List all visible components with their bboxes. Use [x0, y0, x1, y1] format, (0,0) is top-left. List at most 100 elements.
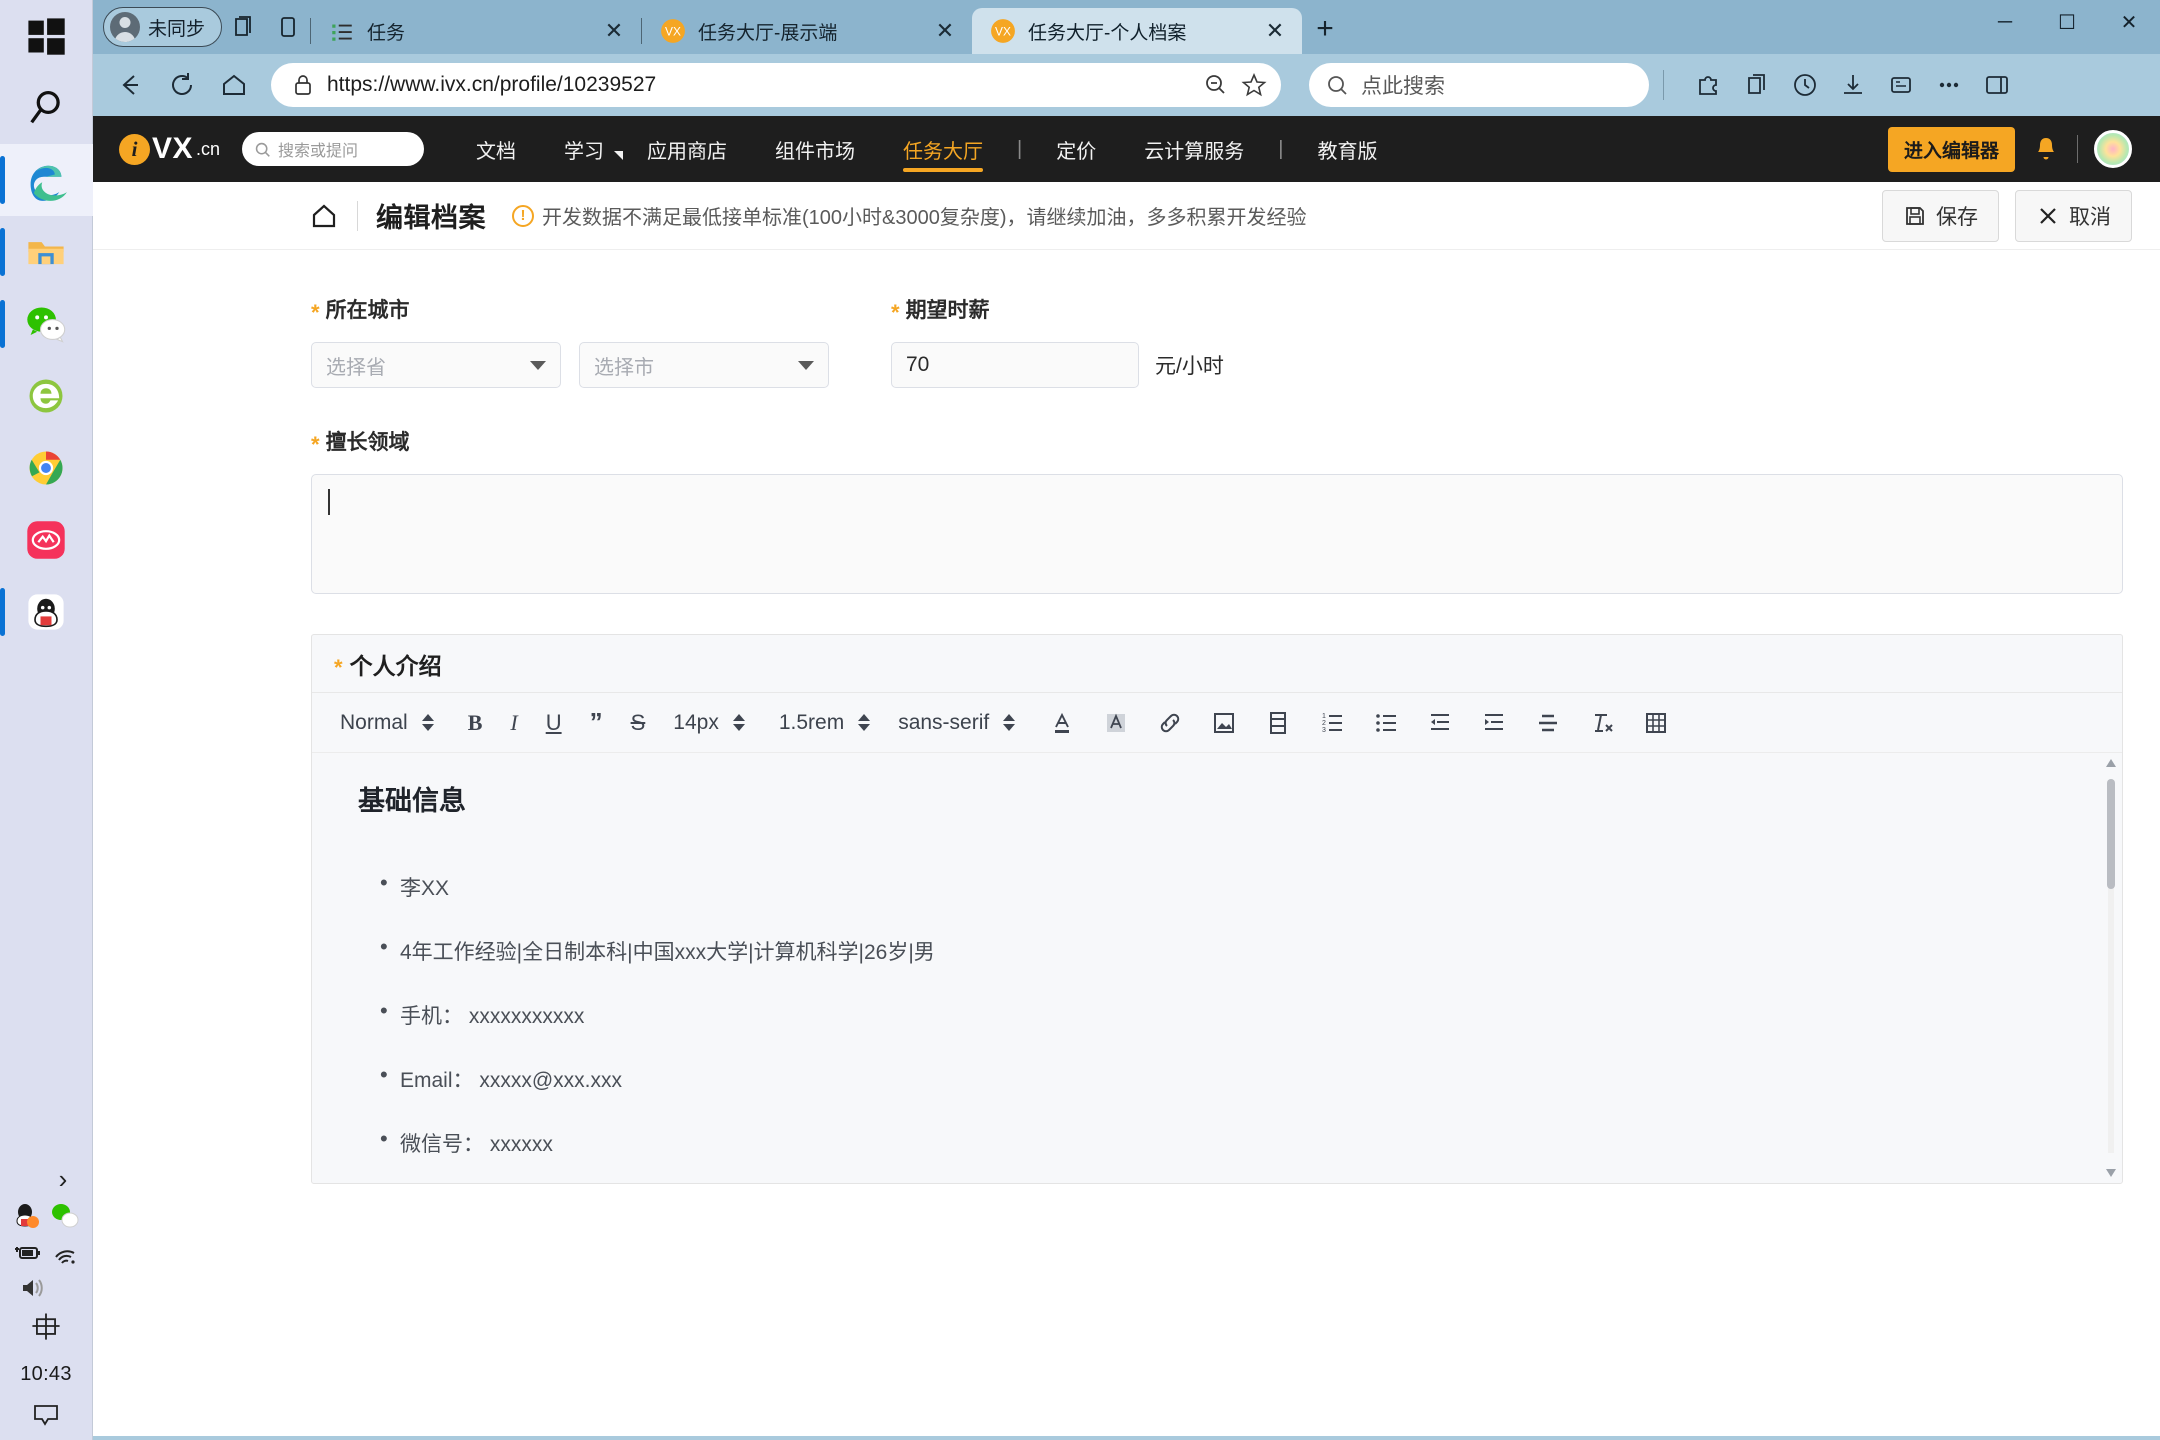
cancel-button[interactable]: 取消	[2015, 189, 2132, 242]
city-select[interactable]: 选择市	[579, 342, 829, 388]
enter-editor-button[interactable]: 进入编辑器	[1887, 126, 2015, 172]
block-format-select[interactable]: Normal	[326, 701, 414, 745]
nav-link-pricing[interactable]: 定价	[1032, 116, 1120, 182]
vertical-tabs-button[interactable]	[266, 5, 310, 49]
file-explorer-button[interactable]	[0, 216, 93, 288]
battery-charging-icon[interactable]	[12, 1237, 42, 1267]
skills-textarea[interactable]	[311, 474, 2123, 594]
nav-link-education[interactable]: 教育版	[1293, 116, 1401, 182]
screenshot-button[interactable]	[1878, 62, 1924, 108]
qq-button[interactable]	[0, 576, 93, 648]
downloads-button[interactable]	[1830, 62, 1876, 108]
nav-link-component-market[interactable]: 组件市场	[751, 116, 879, 182]
wechat-button[interactable]	[0, 288, 93, 360]
nav-link-docs[interactable]: 文档	[452, 116, 540, 182]
notification-chat-icon[interactable]	[29, 1400, 63, 1430]
line-height-select[interactable]: 1.5rem	[765, 701, 850, 745]
tray-expand-row[interactable]: ›	[0, 1164, 93, 1195]
nav-link-appstore[interactable]: 应用商店	[623, 116, 751, 182]
chrome-button[interactable]	[0, 432, 93, 504]
background-color-button[interactable]	[1089, 701, 1143, 745]
clear-format-button[interactable]	[1575, 701, 1629, 745]
editor-content[interactable]: 基础信息 李XX 4年工作经验|全日制本科|中国xxx大学|计算机科学|26岁|…	[312, 753, 2122, 1183]
collections-toolbar-button[interactable]	[1734, 62, 1780, 108]
editor-header: * 个人介绍	[312, 635, 2122, 693]
wechat-tray-icon[interactable]	[50, 1201, 80, 1231]
save-button[interactable]: 保存	[1882, 189, 1999, 242]
ordered-list-button[interactable]: 1 2 3	[1305, 701, 1359, 745]
font-family-stepper[interactable]	[995, 714, 1035, 731]
tab-0[interactable]: 任务 ✕	[311, 8, 641, 54]
lock-icon	[295, 75, 311, 95]
back-button[interactable]	[107, 62, 153, 108]
scroll-down-arrow-icon[interactable]	[2106, 1169, 2116, 1177]
app-button[interactable]	[0, 504, 93, 576]
address-bar[interactable]: https://www.ivx.cn/profile/10239527	[271, 63, 1281, 107]
font-color-button[interactable]	[1035, 701, 1089, 745]
table-button[interactable]	[1629, 701, 1683, 745]
reload-button[interactable]	[159, 62, 205, 108]
strikethrough-button[interactable]: S	[617, 701, 660, 745]
zoom-out-icon[interactable]	[1203, 72, 1229, 98]
tab-close-button[interactable]: ✕	[601, 18, 627, 44]
more-settings-button[interactable]	[1926, 62, 1972, 108]
nav-link-learn[interactable]: 学习	[540, 116, 628, 182]
chevron-right-icon[interactable]: ›	[59, 1164, 68, 1195]
font-size-select[interactable]: 14px	[659, 701, 725, 745]
outdent-button[interactable]	[1413, 701, 1467, 745]
font-family-select[interactable]: sans-serif	[884, 701, 995, 745]
bullet-list-button[interactable]	[1359, 701, 1413, 745]
indent-button[interactable]	[1467, 701, 1521, 745]
editor-scrollbar[interactable]	[2106, 759, 2116, 1177]
nav-link-cloud[interactable]: 云计算服务	[1120, 116, 1268, 182]
blockquote-button[interactable]: ”	[576, 701, 617, 745]
site-search-input[interactable]: 搜索或提问	[242, 132, 425, 166]
profile-pill[interactable]: 未同步	[103, 7, 223, 47]
qq-tray-icon[interactable]	[12, 1201, 42, 1231]
home-icon[interactable]	[309, 201, 339, 231]
ie-button[interactable]	[0, 360, 93, 432]
history-button[interactable]	[1782, 62, 1828, 108]
collections-button[interactable]	[222, 5, 266, 49]
bell-icon[interactable]	[2031, 134, 2061, 164]
underline-button[interactable]: U	[532, 701, 576, 745]
bing-search-box[interactable]: 点此搜索	[1309, 63, 1649, 107]
minimize-button[interactable]: ─	[1974, 0, 2036, 44]
video-button[interactable]	[1251, 701, 1305, 745]
tab-2[interactable]: VX 任务大厅-个人档案 ✕	[972, 8, 1303, 54]
wage-input[interactable]: 70	[891, 342, 1139, 388]
image-button[interactable]	[1197, 701, 1251, 745]
align-button[interactable]	[1521, 701, 1575, 745]
font-size-stepper[interactable]	[725, 714, 765, 731]
wifi-icon[interactable]	[50, 1237, 80, 1267]
line-height-stepper[interactable]	[850, 714, 884, 731]
page-bottom-scrollbar[interactable]	[93, 1436, 2160, 1440]
scrollbar-thumb[interactable]	[2107, 779, 2115, 889]
block-format-stepper[interactable]	[414, 714, 454, 731]
tab-close-button[interactable]: ✕	[1262, 18, 1288, 44]
tab-close-button[interactable]: ✕	[932, 18, 958, 44]
province-select[interactable]: 选择省	[311, 342, 561, 388]
search-button[interactable]	[0, 72, 93, 144]
bold-button[interactable]: B	[454, 701, 497, 745]
new-tab-button[interactable]: +	[1302, 6, 1348, 52]
clock[interactable]: 10:43	[20, 1349, 72, 1394]
start-button[interactable]	[0, 0, 93, 72]
favorite-star-icon[interactable]	[1241, 72, 1267, 98]
ime-chinese-icon[interactable]	[29, 1309, 63, 1343]
tab-1[interactable]: VX 任务大厅-展示端 ✕	[642, 8, 972, 54]
extensions-button[interactable]	[1686, 62, 1732, 108]
site-logo[interactable]: i VX .cn	[119, 132, 220, 166]
maximize-button[interactable]: ☐	[2036, 0, 2098, 44]
sidebar-toggle-button[interactable]	[1974, 62, 2020, 108]
user-avatar[interactable]	[2094, 130, 2132, 168]
vx-icon: VX	[661, 19, 685, 43]
link-button[interactable]	[1143, 701, 1197, 745]
home-button[interactable]	[211, 62, 257, 108]
scroll-up-arrow-icon[interactable]	[2106, 759, 2116, 767]
italic-button[interactable]: I	[496, 701, 531, 745]
nav-link-task-hall[interactable]: 任务大厅	[879, 116, 1007, 182]
volume-icon[interactable]	[17, 1273, 47, 1303]
edge-button[interactable]	[0, 144, 93, 216]
close-window-button[interactable]: ✕	[2098, 0, 2160, 44]
